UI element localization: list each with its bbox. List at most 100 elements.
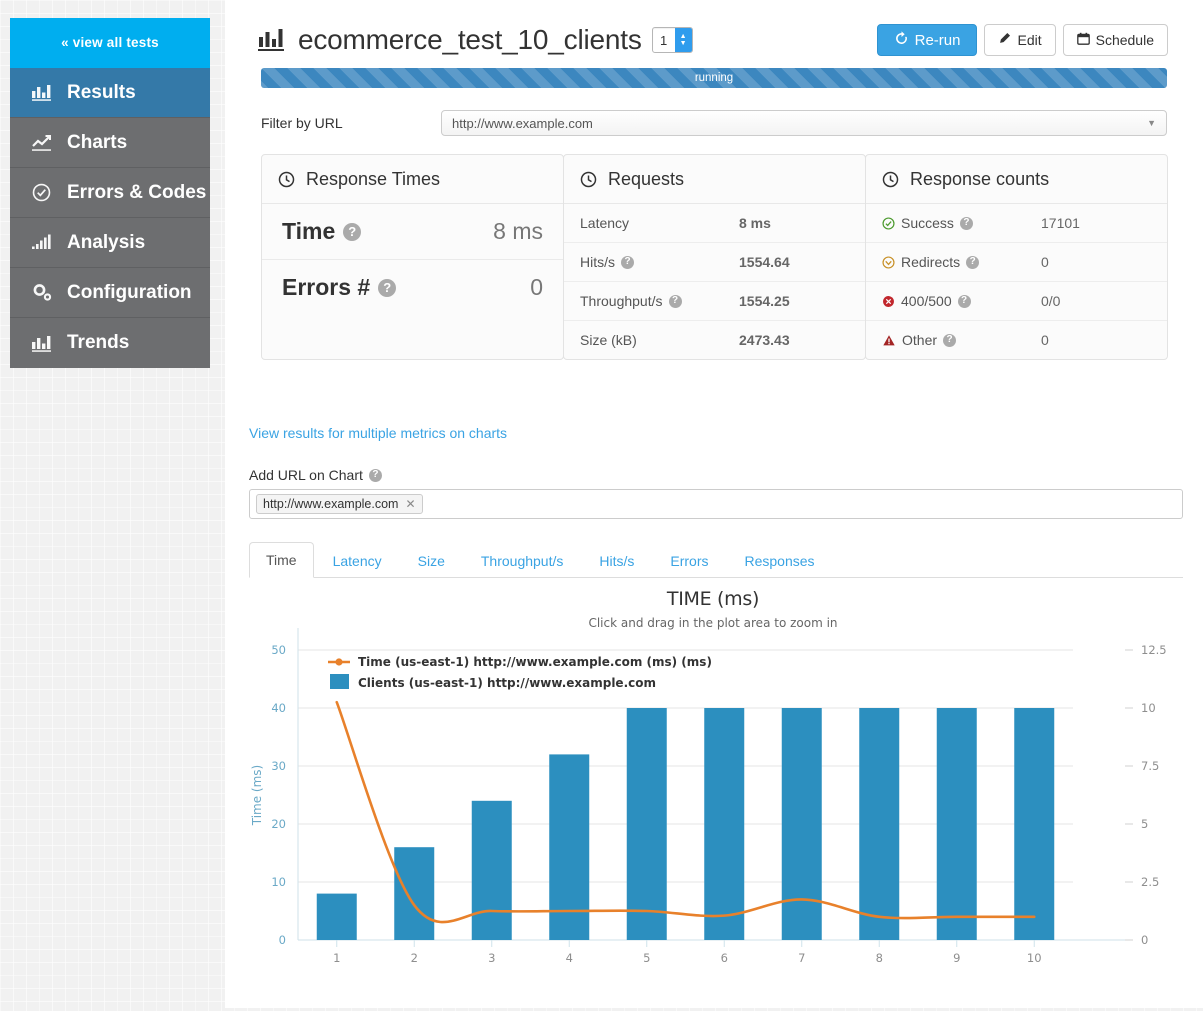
- stat-label: Other: [902, 332, 938, 348]
- title-row: ecommerce_test_10_clients ▲ ▼ Re-run: [243, 16, 1185, 62]
- help-icon[interactable]: ?: [378, 278, 397, 297]
- edit-button[interactable]: Edit: [984, 24, 1056, 56]
- stat-value: 8 ms: [739, 215, 771, 231]
- tab-hits-s[interactable]: Hits/s: [582, 543, 651, 578]
- chart-bar[interactable]: [781, 708, 822, 940]
- rerun-button[interactable]: Re-run: [876, 24, 978, 56]
- sidebar-item-label: Charts: [67, 131, 128, 153]
- chart-bar[interactable]: [859, 708, 900, 940]
- chart-bar[interactable]: [471, 800, 512, 940]
- schedule-button[interactable]: Schedule: [1062, 24, 1168, 56]
- stat-row: Success? 17101: [866, 204, 1167, 243]
- response-times-card: Response Times Time? 8 ms Errors #? 0: [261, 154, 564, 360]
- pencil-icon: [998, 32, 1011, 48]
- tab-responses[interactable]: Responses: [728, 543, 832, 578]
- help-icon[interactable]: ?: [943, 333, 957, 347]
- sidebar-item-trends[interactable]: Trends: [10, 318, 210, 368]
- stat-value: 0: [1041, 332, 1049, 348]
- add-url-on-chart-label: Add URL on Chart ?: [243, 441, 1185, 489]
- bar-chart-icon: [32, 84, 58, 101]
- legend-item-time[interactable]: Time (us-east-1) http://www.example.com …: [358, 655, 712, 669]
- response-counts-card: Response counts Success? 17101 Redirects? 0…: [865, 154, 1168, 360]
- y2-axis-tick: 7.5: [1141, 759, 1159, 773]
- view-all-tests-button[interactable]: « view all tests: [10, 18, 210, 68]
- y2-axis-tick: 12.5: [1141, 643, 1167, 657]
- stat-value: 17101: [1041, 215, 1080, 231]
- tab-size[interactable]: Size: [401, 543, 462, 578]
- help-icon[interactable]: ?: [368, 468, 382, 482]
- help-icon[interactable]: ?: [668, 294, 682, 308]
- stat-row: Errors #? 0: [262, 260, 563, 315]
- x-axis-tick: 7: [798, 951, 805, 965]
- chart-bar[interactable]: [316, 893, 357, 940]
- response-times-header: Response Times: [262, 155, 563, 204]
- chart-metric-tabs: Time Latency Size Throughput/s Hits/s Errors R…: [249, 541, 1183, 578]
- stat-value: 1554.64: [739, 254, 790, 270]
- chart-line[interactable]: [335, 700, 1036, 924]
- chart-bar[interactable]: [626, 708, 667, 940]
- chart-bar[interactable]: [936, 708, 977, 940]
- clock-icon: [882, 171, 899, 188]
- requests-card: Requests Latency 8 ms Hits/s? 1554.64 Throug…: [563, 154, 866, 360]
- tab-errors[interactable]: Errors: [653, 543, 725, 578]
- add-url-text: Add URL on Chart: [249, 467, 363, 483]
- sidebar-item-label: Analysis: [67, 231, 146, 253]
- x-axis-tick: 4: [566, 951, 573, 965]
- chart-bar[interactable]: [1014, 708, 1055, 940]
- y-axis-tick: 10: [271, 875, 286, 889]
- sidebar-item-charts[interactable]: Charts: [10, 118, 210, 168]
- stat-label: Size (kB): [580, 332, 637, 348]
- add-url-chip-input[interactable]: http://www.example.com ✕: [249, 489, 1183, 519]
- sidebar-item-label: Configuration: [67, 281, 192, 303]
- tab-throughput-s[interactable]: Throughput/s: [464, 543, 581, 578]
- stepper-down-icon[interactable]: ▼: [680, 40, 687, 47]
- run-number-stepper[interactable]: ▲ ▼: [651, 27, 693, 53]
- stat-row: Redirects? 0: [866, 243, 1167, 282]
- tab-time[interactable]: Time: [249, 542, 314, 578]
- x-axis-tick: 9: [953, 951, 960, 965]
- refresh-icon: [894, 30, 909, 50]
- stat-value: 8 ms: [493, 218, 543, 244]
- close-icon[interactable]: ✕: [405, 497, 415, 511]
- help-icon[interactable]: ?: [957, 294, 971, 308]
- chart-plot-area[interactable]: 0 10 20 30 40 50 0 2.5 5 7.5 10 12.5 Time (ms) Client…: [243, 588, 1183, 1008]
- check-circle-icon: [32, 183, 58, 202]
- filter-url-select[interactable]: http://www.example.com ▼: [441, 110, 1167, 136]
- multi-metric-charts-link[interactable]: View results for multiple metrics on cha…: [243, 425, 1185, 441]
- help-icon[interactable]: ?: [959, 216, 973, 230]
- help-icon[interactable]: ?: [343, 222, 362, 241]
- x-axis-tick: 5: [643, 951, 650, 965]
- sidebar-item-errors-codes[interactable]: Errors & Codes: [10, 168, 210, 218]
- stat-label: Redirects: [901, 254, 961, 270]
- sidebar-item-label: Results: [67, 81, 136, 103]
- help-icon[interactable]: ?: [621, 255, 634, 269]
- stat-row: Size (kB) 2473.43: [564, 321, 865, 359]
- signal-icon: [32, 234, 58, 251]
- stepper-up-icon[interactable]: ▲: [680, 33, 687, 40]
- check-circle-icon: [882, 216, 895, 230]
- url-chip-label: http://www.example.com: [263, 497, 399, 511]
- y2-axis-tick: 10: [1141, 701, 1156, 715]
- run-progress-bar: running: [261, 68, 1167, 88]
- clock-icon: [580, 171, 597, 188]
- stat-value: 0: [530, 274, 543, 300]
- x-axis-tick: 3: [488, 951, 495, 965]
- chart-bar[interactable]: [394, 847, 435, 940]
- time-chart[interactable]: TIME (ms) Click and drag in the plot are…: [243, 588, 1183, 1008]
- legend-item-clients[interactable]: Clients (us-east-1) http://www.example.c…: [358, 676, 656, 690]
- stat-row: Other? 0: [866, 321, 1167, 359]
- help-icon[interactable]: ?: [966, 255, 980, 269]
- times-circle-icon: [882, 295, 895, 308]
- filter-url-value: http://www.example.com: [452, 115, 593, 131]
- sidebar-item-analysis[interactable]: Analysis: [10, 218, 210, 268]
- stat-label: Time: [282, 218, 336, 244]
- sidebar-item-results[interactable]: Results: [10, 68, 210, 118]
- stepper-arrows[interactable]: ▲ ▼: [674, 28, 692, 52]
- sidebar-item-configuration[interactable]: Configuration: [10, 268, 210, 318]
- x-axis-tick: 2: [411, 951, 418, 965]
- tab-latency[interactable]: Latency: [316, 543, 399, 578]
- url-chip[interactable]: http://www.example.com ✕: [256, 494, 423, 514]
- stat-value: 0/0: [1041, 293, 1061, 309]
- run-number-input[interactable]: [652, 28, 675, 52]
- chart-bar[interactable]: [704, 708, 745, 940]
